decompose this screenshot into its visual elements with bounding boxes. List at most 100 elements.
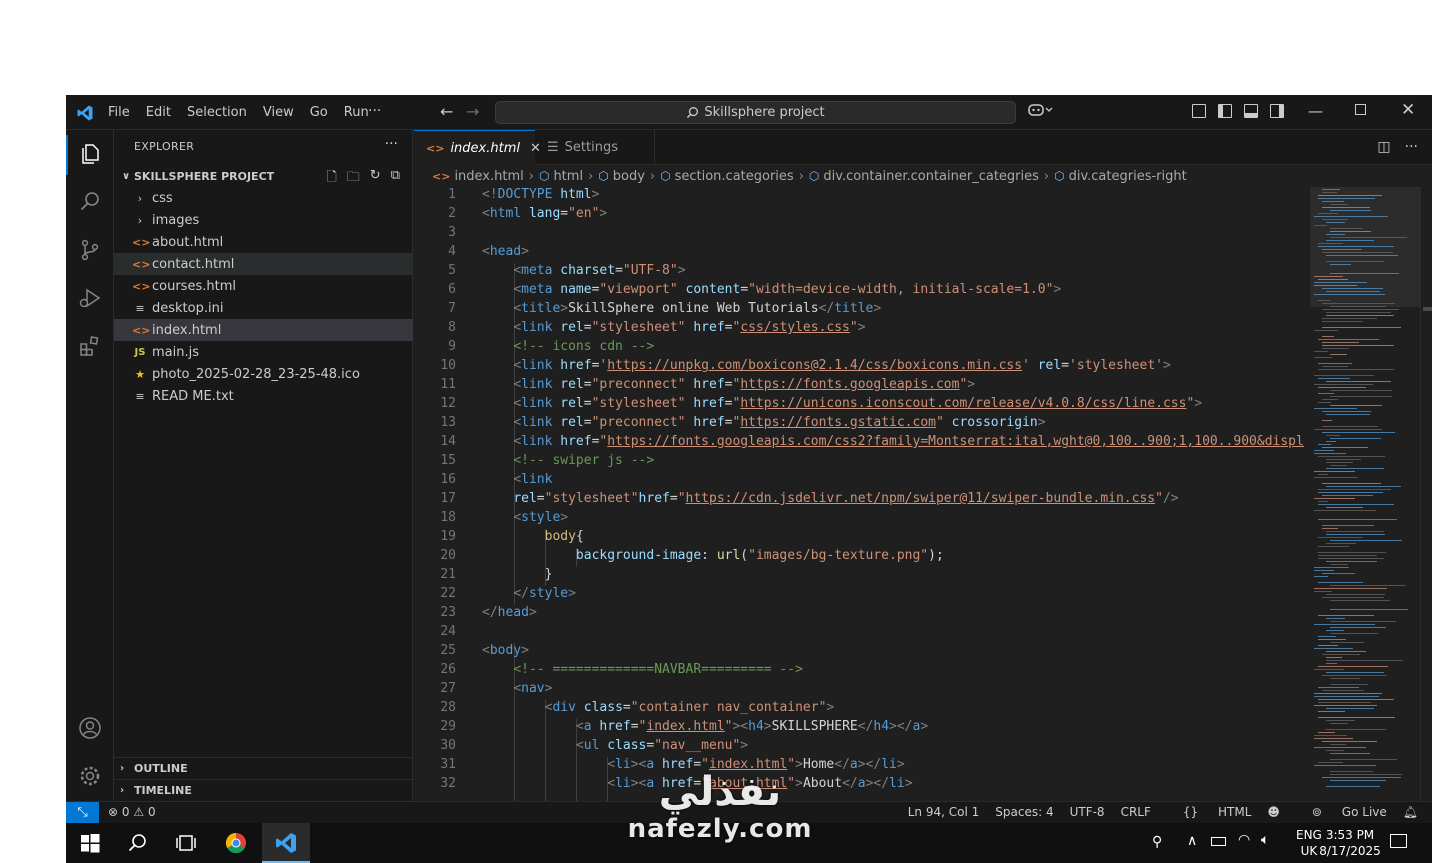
- minimap-line: [1314, 591, 1332, 592]
- indentation[interactable]: Spaces: 4: [995, 805, 1053, 819]
- minimap-line: [1318, 717, 1395, 718]
- code-line: 30 <ul class="nav__menu">: [440, 738, 749, 753]
- chrome-icon[interactable]: [224, 831, 248, 855]
- people-icon[interactable]: ⚲: [1152, 834, 1162, 850]
- minimap-line: [1326, 594, 1385, 595]
- editor-more-icon[interactable]: ···: [1405, 139, 1418, 155]
- menu-go[interactable]: Go: [310, 105, 328, 120]
- vscode-taskbar-icon[interactable]: [274, 831, 298, 855]
- task-view-icon[interactable]: [174, 831, 198, 855]
- copilot-icon[interactable]: [1028, 103, 1054, 121]
- menu-file[interactable]: File: [108, 105, 130, 120]
- vertical-scrollbar[interactable]: [1420, 187, 1432, 801]
- minimap-line: [1318, 582, 1363, 583]
- menu-run[interactable]: Run: [344, 105, 369, 120]
- tree-item-images[interactable]: › images: [114, 209, 413, 231]
- minimap-line: [1330, 585, 1406, 586]
- clock[interactable]: 3:53 PM 8/17/2025: [1318, 827, 1382, 859]
- minimap-line: [1314, 225, 1327, 226]
- remote-indicator-icon[interactable]: ⤡: [66, 802, 99, 823]
- manage-gear-icon[interactable]: [78, 764, 102, 788]
- split-editor-icon[interactable]: ◫: [1377, 139, 1390, 155]
- wifi-icon[interactable]: ◠: [1238, 832, 1250, 848]
- run-debug-icon[interactable]: [78, 286, 102, 310]
- minimap-line: [1322, 249, 1362, 250]
- scrollbar-thumb[interactable]: [1423, 307, 1432, 311]
- volume-icon[interactable]: 🔈︎: [1261, 832, 1269, 848]
- toggle-primary-sidebar-icon[interactable]: [1218, 104, 1232, 118]
- line-ending[interactable]: CRLF: [1121, 805, 1151, 819]
- code-text: <!DOCTYPE html>: [482, 187, 600, 202]
- menu-edit[interactable]: Edit: [146, 105, 171, 120]
- code-line: 10 <link href='https://unpkg.com/boxicon…: [440, 358, 1171, 373]
- menu-selection[interactable]: Selection: [187, 105, 247, 120]
- taskbar-search-icon[interactable]: [126, 831, 150, 855]
- accounts-icon[interactable]: [78, 716, 102, 740]
- minimap-line: [1318, 702, 1371, 703]
- battery-icon[interactable]: [1211, 837, 1226, 846]
- tree-item-main-js[interactable]: JS main.js: [114, 341, 413, 363]
- tree-item-index-html[interactable]: <> index.html: [114, 319, 413, 341]
- element-icon: ⬡: [660, 169, 671, 183]
- close-window-button[interactable]: ✕: [1401, 100, 1415, 120]
- maximize-button[interactable]: [1355, 104, 1366, 115]
- menu-view[interactable]: View: [263, 105, 294, 120]
- forward-arrow-icon[interactable]: →: [466, 102, 479, 121]
- tree-item-courses-html[interactable]: <> courses.html: [114, 275, 413, 297]
- chevron-up-icon[interactable]: ∧: [1187, 833, 1197, 849]
- command-center-search[interactable]: Skillsphere project: [495, 101, 1016, 124]
- minimap-line: [1330, 627, 1386, 628]
- tree-item-contact-html[interactable]: <> contact.html: [114, 253, 413, 275]
- notifications-bell-icon[interactable]: 🔔︎: [1403, 805, 1418, 819]
- tree-item-about-html[interactable]: <> about.html: [114, 231, 413, 253]
- minimap-line: [1318, 636, 1336, 637]
- code-editor[interactable]: 1 <!DOCTYPE html> 2 <html lang="en"> 3 4 <h…: [414, 187, 1304, 801]
- chevron-right-icon: ›: [137, 213, 143, 227]
- tree-item-photo-ico[interactable]: ★ photo_2025-02-28_23-25-48.ico: [114, 363, 413, 385]
- vscode-logo-icon[interactable]: [76, 104, 94, 122]
- customize-layout-icon[interactable]: [1192, 104, 1206, 118]
- back-arrow-icon[interactable]: ←: [440, 102, 453, 121]
- minimap-line: [1326, 672, 1384, 673]
- source-control-icon[interactable]: [78, 238, 102, 262]
- extensions-icon[interactable]: [78, 334, 102, 358]
- breadcrumb-item[interactable]: index.html: [454, 169, 523, 184]
- tab-settings[interactable]: ☰ Settings: [535, 130, 655, 165]
- minimize-button[interactable]: —: [1308, 102, 1323, 120]
- minimap-line: [1330, 264, 1351, 265]
- minimap-line: [1318, 474, 1328, 475]
- tree-item-css[interactable]: › css: [114, 187, 413, 209]
- minimap[interactable]: [1310, 187, 1420, 801]
- cursor-position[interactable]: Ln 94, Col 1: [908, 805, 980, 819]
- copilot-status-icon[interactable]: ☻: [1267, 805, 1280, 819]
- explorer-icon[interactable]: [78, 142, 102, 166]
- problems-indicator[interactable]: ⊗ 0 ⚠ 0: [108, 805, 156, 819]
- code-text: <link: [513, 472, 553, 487]
- outline-section[interactable]: › OUTLINE: [114, 757, 413, 779]
- breadcrumb-item[interactable]: body: [613, 169, 645, 184]
- toggle-secondary-sidebar-icon[interactable]: [1270, 104, 1284, 118]
- minimap-line: [1330, 465, 1347, 466]
- minimap-line: [1314, 747, 1366, 748]
- timeline-section[interactable]: › TIMELINE: [114, 779, 413, 801]
- menu-more-button[interactable]: ···: [368, 103, 381, 119]
- go-live-button[interactable]: ⊚ Go Live: [1296, 805, 1387, 819]
- tab-index-html[interactable]: <> index.html ✕: [414, 130, 541, 165]
- explorer-more-button[interactable]: ···: [385, 136, 398, 152]
- breadcrumb-item[interactable]: section.categories: [675, 169, 794, 184]
- minimap-line: [1322, 495, 1373, 496]
- breadcrumb-item[interactable]: html: [553, 169, 583, 184]
- breadcrumb-item[interactable]: div.container.container_categries: [823, 169, 1039, 184]
- code-line: 14 <link href="https://fonts.googleapis.…: [414, 434, 1304, 453]
- tree-item-readme-txt[interactable]: ≡ READ ME.txt: [114, 385, 413, 407]
- language-mode[interactable]: {} HTML: [1167, 805, 1252, 819]
- search-icon[interactable]: [78, 190, 102, 214]
- toggle-panel-icon[interactable]: [1244, 104, 1258, 118]
- breadcrumb-item[interactable]: div.categries-right: [1069, 169, 1187, 184]
- notification-center-icon[interactable]: [1390, 834, 1407, 848]
- windows-start-icon[interactable]: [78, 831, 102, 855]
- minimap-line: [1314, 450, 1334, 451]
- encoding[interactable]: UTF-8: [1070, 805, 1105, 819]
- minimap-line: [1330, 633, 1378, 634]
- tree-item-desktop-ini[interactable]: ≡ desktop.ini: [114, 297, 413, 319]
